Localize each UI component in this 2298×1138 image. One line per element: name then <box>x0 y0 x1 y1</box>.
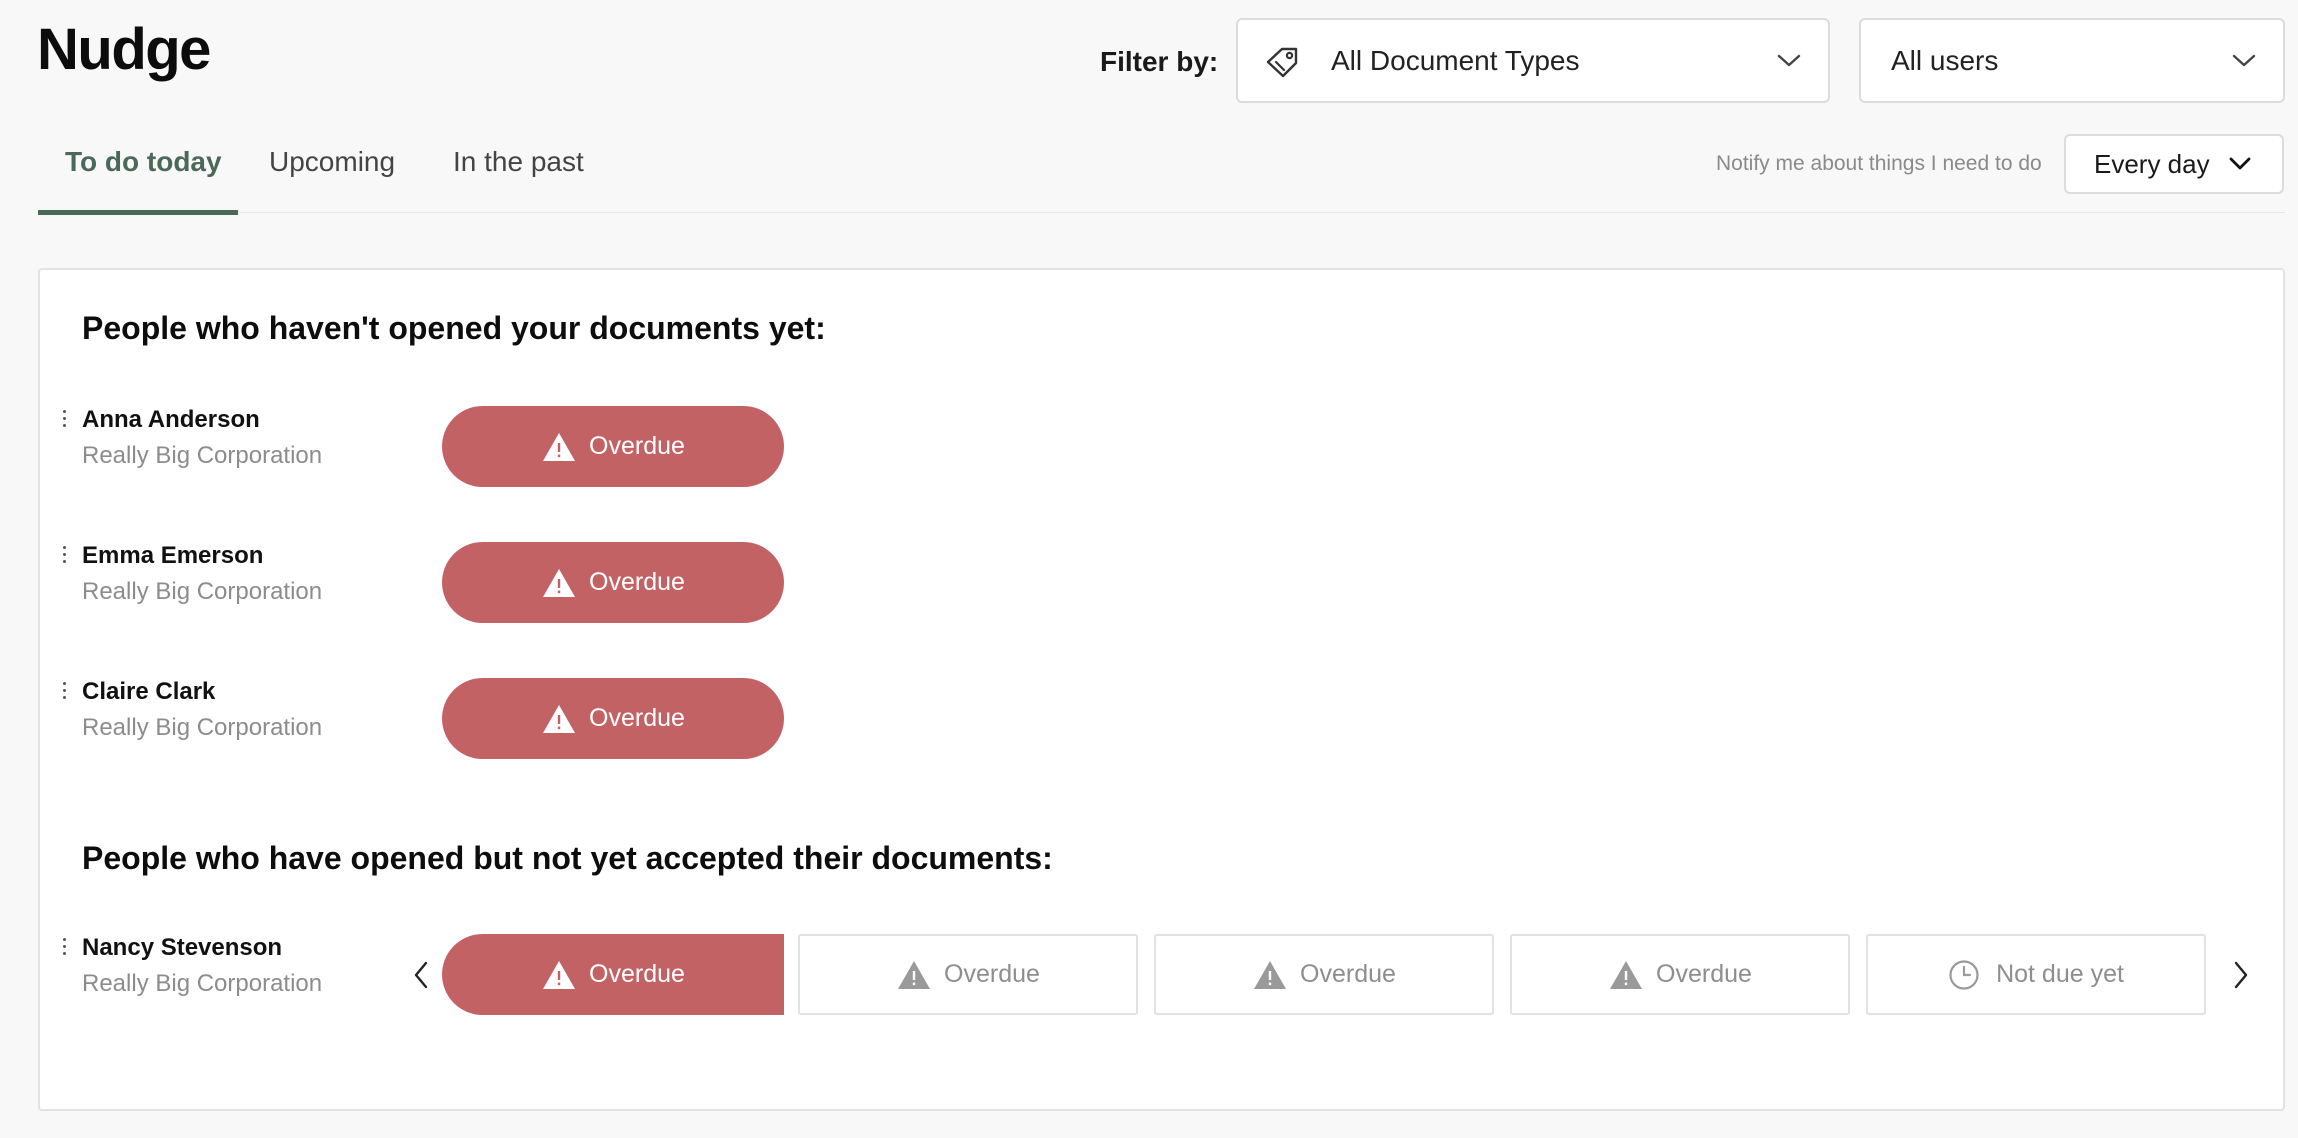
step-label: Not due yet <box>1996 960 2124 988</box>
person-company: Really Big Corporation <box>82 714 323 741</box>
timeline-step[interactable]: Overdue <box>1510 934 1850 1015</box>
warning-icon <box>543 568 576 597</box>
step-label: Overdue <box>1656 960 1752 988</box>
status-timeline: Overdue Overdue Overdue Overdue Not due … <box>40 934 2287 1015</box>
warning-icon <box>543 432 576 461</box>
person-company: Really Big Corporation <box>82 442 323 469</box>
more-options-icon[interactable] <box>62 546 68 568</box>
step-label: Overdue <box>589 960 685 988</box>
warning-icon <box>1254 960 1287 989</box>
overdue-status-button[interactable]: Overdue <box>442 542 784 623</box>
active-tab-indicator <box>38 210 238 215</box>
person-row: Emma Emerson Really Big Corporation <box>40 542 440 622</box>
notify-label: Notify me about things I need to do <box>1716 152 2042 175</box>
step-label: Overdue <box>1300 960 1396 988</box>
chevron-down-icon <box>2229 157 2251 170</box>
tab-to-do-today[interactable]: To do today <box>65 146 222 178</box>
overdue-status-button[interactable]: Overdue <box>442 406 784 487</box>
status-label: Overdue <box>589 432 685 460</box>
tab-upcoming[interactable]: Upcoming <box>269 146 395 178</box>
filter-label: Filter by: <box>1100 46 1219 77</box>
warning-icon <box>1610 960 1643 989</box>
users-value: All users <box>1891 44 1999 76</box>
nudge-panel: People who haven't opened your documents… <box>38 268 2285 1111</box>
person-row: Claire Clark Really Big Corporation <box>40 678 440 758</box>
warning-icon <box>543 960 576 989</box>
more-options-icon[interactable] <box>62 682 68 704</box>
timeline-step[interactable]: Not due yet <box>1866 934 2206 1015</box>
tab-in-the-past[interactable]: In the past <box>453 146 584 178</box>
chevron-left-icon[interactable] <box>412 960 430 990</box>
clock-icon <box>1949 959 1979 990</box>
page-title: Nudge <box>37 17 211 82</box>
section-heading-not-opened: People who haven't opened your documents… <box>82 310 826 346</box>
document-type-select[interactable]: All Document Types <box>1236 18 1830 103</box>
section-heading-opened-not-accepted: People who have opened but not yet accep… <box>82 840 1053 876</box>
status-label: Overdue <box>589 568 685 596</box>
timeline-step[interactable]: Overdue <box>442 934 784 1015</box>
tabs-divider <box>38 212 2285 213</box>
person-name: Claire Clark <box>82 678 216 705</box>
person-name: Anna Anderson <box>82 406 260 433</box>
chevron-right-icon[interactable] <box>2232 960 2250 990</box>
warning-icon <box>543 704 576 733</box>
timeline-step[interactable]: Overdue <box>798 934 1138 1015</box>
overdue-status-button[interactable]: Overdue <box>442 678 784 759</box>
chevron-down-icon <box>2232 54 2256 66</box>
document-type-value: All Document Types <box>1331 44 1580 76</box>
tag-icon <box>1266 47 1298 78</box>
chevron-down-icon <box>1777 54 1801 66</box>
notify-frequency-value: Every day <box>2094 148 2210 179</box>
person-name: Emma Emerson <box>82 542 264 569</box>
warning-icon <box>898 960 931 989</box>
person-company: Really Big Corporation <box>82 578 323 605</box>
timeline-step[interactable]: Overdue <box>1154 934 1494 1015</box>
status-label: Overdue <box>589 704 685 732</box>
users-select[interactable]: All users <box>1859 18 2285 103</box>
person-row: Anna Anderson Really Big Corporation <box>40 406 440 486</box>
step-label: Overdue <box>944 960 1040 988</box>
more-options-icon[interactable] <box>62 410 68 432</box>
notify-frequency-select[interactable]: Every day <box>2064 134 2284 194</box>
